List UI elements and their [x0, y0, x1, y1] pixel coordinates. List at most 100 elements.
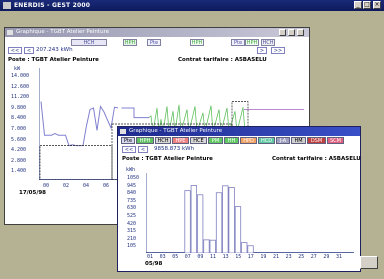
x-tick-label: 05 — [172, 254, 179, 260]
x-tick-label: 21 — [273, 254, 280, 260]
legend-chip: PM — [208, 137, 223, 144]
legend-chip: J-A — [276, 137, 290, 144]
window-restore-button[interactable] — [360, 256, 378, 269]
x-tick-label: 03 — [159, 254, 166, 260]
y-tick-label: 630 — [127, 205, 137, 212]
y-tick-label: 420 — [127, 220, 137, 227]
y-tick-label: 1.400 — [11, 168, 27, 175]
chart-date: 17/05/98 — [19, 190, 46, 196]
y-tick-label: 735 — [127, 197, 137, 204]
y-tick-label: 105 — [127, 243, 137, 250]
y-tick-label: 12.600 — [11, 83, 30, 90]
legend-chip: HCD — [258, 137, 275, 144]
legend-chip: HH — [224, 137, 239, 144]
tariff-chip: Pte — [231, 39, 245, 46]
graph-window-icon — [120, 129, 126, 134]
x-tick-label: 31 — [336, 254, 343, 260]
app-icon — [3, 2, 11, 9]
tariff-chip: HPH — [190, 39, 204, 46]
chart-date: 05/98 — [145, 261, 163, 267]
y-tick-label: 8.400 — [11, 115, 27, 122]
front-graph-window[interactable]: Graphique - TGBT Atelier Peinture Pte HPH… — [117, 126, 361, 272]
series-line — [40, 101, 119, 147]
app-title-bar: ENERDIS - GEST 2000 _ □ × — [0, 0, 384, 11]
x-tick-label: 23 — [285, 254, 292, 260]
contract-label: Contrat tarifaire : A5BASELU — [178, 57, 267, 63]
bar-13 — [222, 185, 229, 253]
poste-label: Poste : TGBT Atelier Peinture — [8, 57, 99, 63]
tariff-period-box — [39, 145, 113, 180]
minimize-icon[interactable]: _ — [354, 1, 362, 9]
energy-bar-chart — [146, 173, 354, 253]
series-line — [121, 107, 149, 119]
first-button[interactable]: << — [8, 47, 22, 54]
y-tick-label: 840 — [127, 190, 137, 197]
y-tick-label: 11.200 — [11, 94, 30, 101]
y-unit-label: kW — [14, 66, 21, 72]
y-tick-label: 9.800 — [11, 104, 27, 111]
y-tick-label: 525 — [127, 213, 137, 219]
x-tick-label: 27 — [310, 254, 317, 260]
energy-total: 207.243 kWh — [36, 47, 73, 53]
close-icon[interactable] — [297, 29, 304, 36]
next-button[interactable]: > — [257, 47, 267, 54]
legend-chip: HPH — [136, 137, 154, 144]
x-tick-label: 15 — [235, 254, 242, 260]
x-tick-label: 09 — [197, 254, 204, 260]
contract-label: Contrat tarifaire : A5BASELU — [272, 156, 361, 162]
y-unit-label: kWh — [126, 167, 136, 173]
y-tick-label: 945 — [127, 182, 137, 189]
bar-08 — [190, 185, 197, 253]
app-title: ENERDIS - GEST 2000 — [14, 2, 91, 9]
tariff-chip: HCH — [71, 39, 107, 46]
x-tick-label: 01 — [147, 254, 154, 260]
prev-button[interactable]: < — [138, 146, 148, 153]
y-tick-label: 1050 — [127, 175, 140, 181]
graph-window-icon — [7, 30, 13, 35]
prev-button[interactable]: < — [24, 47, 34, 54]
bar-07 — [184, 190, 191, 253]
legend-chip: HCE — [190, 137, 207, 144]
y-tick-label: 14.000 — [11, 73, 30, 79]
x-tick-label: 04 — [83, 183, 90, 189]
y-tick-label: 210 — [127, 235, 137, 242]
last-button[interactable]: >> — [271, 47, 285, 54]
y-tick-label: 7.000 — [11, 126, 27, 132]
x-tick-label: 02 — [63, 183, 70, 189]
x-tick-label: 29 — [323, 254, 330, 260]
legend-chip: Pte — [121, 137, 135, 144]
maximize-icon[interactable]: □ — [363, 1, 371, 9]
legend-chip: SCM — [327, 137, 344, 144]
x-tick-label: 06 — [103, 183, 110, 189]
bar-09 — [197, 194, 204, 253]
poste-label: Poste : TGBT Atelier Peinture — [122, 156, 213, 162]
front-window-title: Graphique - TGBT Atelier Peinture — [129, 128, 223, 134]
tariff-chip: HPH — [123, 39, 137, 46]
tariff-chip: HPH — [245, 39, 259, 46]
back-window-title: Graphique - TGBT Atelier Peinture — [16, 29, 110, 35]
tariff-chip: Pte — [147, 39, 161, 46]
x-tick-label: 07 — [184, 254, 191, 260]
legend-chip: HPD — [240, 137, 257, 144]
close-icon[interactable]: × — [373, 1, 381, 9]
back-window-title-bar: Graphique - TGBT Atelier Peinture — [5, 28, 309, 37]
x-tick-label: 25 — [298, 254, 305, 260]
energy-total: 9858.873 kWh — [154, 146, 195, 152]
tariff-chip: HCH — [261, 39, 275, 46]
legend-chip: DSM — [307, 137, 326, 144]
legend-chip: HPE — [172, 137, 189, 144]
y-tick-label: 4.200 — [11, 147, 27, 154]
bar-17 — [247, 245, 254, 253]
bar-14 — [228, 187, 235, 253]
x-tick-label: 13 — [222, 254, 229, 260]
minimize-icon[interactable] — [279, 29, 286, 36]
legend-chip: HM — [291, 137, 306, 144]
first-button[interactable]: << — [122, 146, 136, 153]
front-window-title-bar: Graphique - TGBT Atelier Peinture — [118, 127, 360, 136]
bar-12 — [215, 192, 223, 253]
bar-10 — [203, 239, 210, 253]
maximize-icon[interactable] — [288, 29, 295, 36]
bar-11 — [209, 239, 216, 253]
bar-15 — [234, 206, 242, 253]
x-tick-label: 11 — [210, 254, 217, 260]
